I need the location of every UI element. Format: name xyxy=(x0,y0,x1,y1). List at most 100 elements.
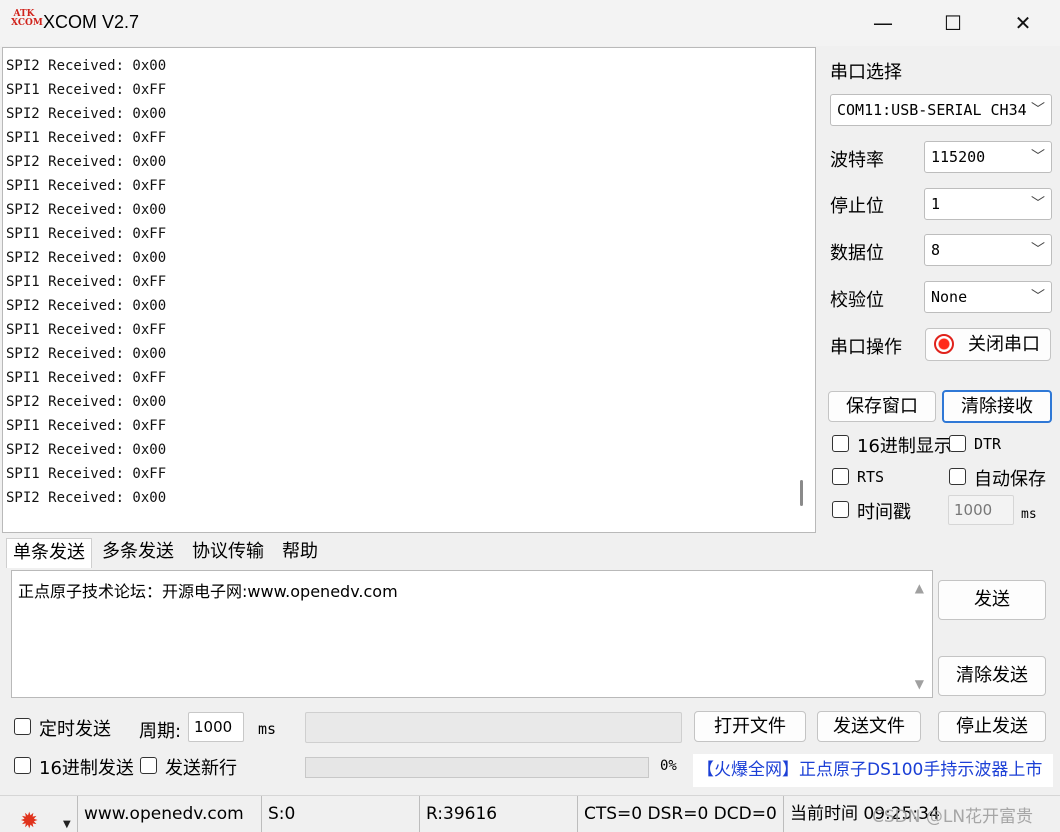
status-bar: ✹ ▼ www.openedv.com S:0 R:39616 CTS=0 DS… xyxy=(0,795,1060,832)
parity-label: 校验位 xyxy=(830,290,884,311)
send-file-button[interactable]: 发送文件 xyxy=(817,711,921,742)
dtr-checkbox[interactable] xyxy=(949,435,966,452)
timestamp-interval-input[interactable]: 1000 xyxy=(948,495,1014,525)
clear-receive-button[interactable]: 清除接收 xyxy=(942,390,1052,423)
baud-select-value: 115200 xyxy=(931,148,986,166)
send-input[interactable]: 正点原子技术论坛：开源电子网:www.openedv.com ▲ ▼ xyxy=(11,570,933,698)
save-window-button[interactable]: 保存窗口 xyxy=(828,391,936,422)
hex-send-label: 16进制发送 xyxy=(39,758,134,779)
parity-select[interactable]: None ﹀ xyxy=(924,281,1052,313)
auto-save-label: 自动保存 xyxy=(974,469,1046,490)
port-op-label: 串口操作 xyxy=(830,337,902,358)
gear-icon: ✹ xyxy=(20,809,39,832)
receive-text: SPI2 Received: 0x00 SPI1 Received: 0xFF SP… xyxy=(6,54,166,510)
port-status-led-icon xyxy=(934,334,954,354)
save-window-label: 保存窗口 xyxy=(846,396,918,417)
receive-line: SPI1 Received: 0xFF xyxy=(6,274,167,290)
auto-save-checkbox[interactable] xyxy=(949,468,966,485)
file-path-field[interactable] xyxy=(305,712,682,743)
minimize-button[interactable]: — xyxy=(848,0,918,46)
scroll-down-icon[interactable]: ▼ xyxy=(915,677,924,691)
tab-multi-send[interactable]: 多条发送 xyxy=(96,538,180,568)
send-text: 正点原子技术论坛：开源电子网:www.openedv.com xyxy=(18,582,398,601)
clear-send-button[interactable]: 清除发送 xyxy=(938,656,1046,696)
window-title: XCOM V2.7 xyxy=(43,12,140,32)
open-file-button[interactable]: 打开文件 xyxy=(694,711,806,742)
maximize-button[interactable]: ☐ xyxy=(918,0,988,46)
receive-line: SPI2 Received: 0x00 xyxy=(6,106,167,122)
tab-single-send[interactable]: 单条发送 xyxy=(6,538,92,568)
stopbits-select[interactable]: 1 ﹀ xyxy=(924,188,1052,220)
port-select-label: 串口选择 xyxy=(830,62,902,83)
stopbits-select-value: 1 xyxy=(931,195,941,213)
logo-bottom-text: XCOM xyxy=(11,18,43,28)
port-select[interactable]: COM11:USB-SERIAL CH34 ﹀ xyxy=(830,94,1052,126)
databits-select[interactable]: 8 ﹀ xyxy=(924,234,1052,266)
receive-line: SPI1 Received: 0xFF xyxy=(6,370,167,386)
stop-send-label: 停止发送 xyxy=(956,716,1028,737)
chevron-down-icon: ﹀ xyxy=(1031,196,1045,212)
receive-scrollbar-thumb[interactable] xyxy=(800,480,803,506)
receive-area[interactable]: SPI2 Received: 0x00 SPI1 Received: 0xFF SP… xyxy=(2,47,816,533)
sent-count: S:0 xyxy=(262,796,420,832)
port-select-value: COM11:USB-SERIAL CH34 xyxy=(837,101,1027,119)
timestamp-checkbox[interactable] xyxy=(832,501,849,518)
rts-checkbox[interactable] xyxy=(832,468,849,485)
hex-send-checkbox[interactable] xyxy=(14,757,31,774)
dropdown-arrow-icon: ▼ xyxy=(63,819,71,830)
received-count: R:39616 xyxy=(420,796,578,832)
parity-select-value: None xyxy=(931,288,968,306)
receive-line: SPI2 Received: 0x00 xyxy=(6,58,167,74)
send-progress-bar xyxy=(305,757,649,778)
period-label: 周期: xyxy=(139,721,182,742)
baud-select[interactable]: 115200 ﹀ xyxy=(924,141,1052,173)
databits-select-value: 8 xyxy=(931,241,941,259)
chevron-down-icon: ﹀ xyxy=(1031,289,1045,305)
close-button[interactable]: ✕ xyxy=(988,0,1058,46)
scroll-up-icon[interactable]: ▲ xyxy=(915,581,924,595)
clear-receive-label: 清除接收 xyxy=(961,396,1033,417)
receive-line: SPI1 Received: 0xFF xyxy=(6,418,167,434)
timed-send-label: 定时发送 xyxy=(39,719,111,740)
app-logo: ATK XCOM xyxy=(11,10,43,36)
minimize-icon: — xyxy=(873,11,893,35)
close-icon: ✕ xyxy=(1014,11,1032,35)
receive-line: SPI2 Received: 0x00 xyxy=(6,442,167,458)
timed-send-checkbox[interactable] xyxy=(14,718,31,735)
send-newline-label: 发送新行 xyxy=(165,758,237,779)
receive-line: SPI2 Received: 0x00 xyxy=(6,394,167,410)
baud-label: 波特率 xyxy=(830,150,884,171)
progress-percent: 0% xyxy=(660,758,677,774)
databits-label: 数据位 xyxy=(830,243,884,264)
clear-send-label: 清除发送 xyxy=(956,665,1028,686)
receive-line: SPI1 Received: 0xFF xyxy=(6,178,167,194)
close-port-button[interactable]: 关闭串口 xyxy=(925,328,1051,361)
receive-line: SPI1 Received: 0xFF xyxy=(6,466,167,482)
receive-line: SPI1 Received: 0xFF xyxy=(6,226,167,242)
receive-line: SPI2 Received: 0x00 xyxy=(6,298,167,314)
receive-line: SPI2 Received: 0x00 xyxy=(6,202,167,218)
ad-link[interactable]: 【火爆全网】正点原子DS100手持示波器上市 xyxy=(693,754,1053,787)
hex-display-checkbox[interactable] xyxy=(832,435,849,452)
timestamp-label: 时间戳 xyxy=(857,502,911,523)
maximize-icon: ☐ xyxy=(944,11,962,35)
period-input[interactable]: 1000 xyxy=(188,712,244,742)
receive-line: SPI1 Received: 0xFF xyxy=(6,82,167,98)
send-button[interactable]: 发送 xyxy=(938,580,1046,620)
stopbits-label: 停止位 xyxy=(830,196,884,217)
receive-line: SPI1 Received: 0xFF xyxy=(6,130,167,146)
title-bar: ATK XCOM XCOM V2.7 — ☐ ✕ xyxy=(0,0,1060,46)
chevron-down-icon: ﹀ xyxy=(1031,242,1045,258)
settings-menu[interactable]: ✹ ▼ xyxy=(0,796,78,832)
receive-line: SPI2 Received: 0x00 xyxy=(6,250,167,266)
tab-help[interactable]: 帮助 xyxy=(276,538,324,568)
tab-protocol[interactable]: 协议传输 xyxy=(186,538,270,568)
chevron-down-icon: ﹀ xyxy=(1031,149,1045,165)
period-unit: ms xyxy=(258,720,277,738)
website-link[interactable]: www.openedv.com xyxy=(78,796,262,832)
close-port-label: 关闭串口 xyxy=(968,334,1040,355)
send-newline-checkbox[interactable] xyxy=(140,757,157,774)
rts-label: RTS xyxy=(857,468,885,486)
stop-send-button[interactable]: 停止发送 xyxy=(938,711,1046,742)
watermark: CSDN @LN花开富贵 xyxy=(872,807,1034,827)
